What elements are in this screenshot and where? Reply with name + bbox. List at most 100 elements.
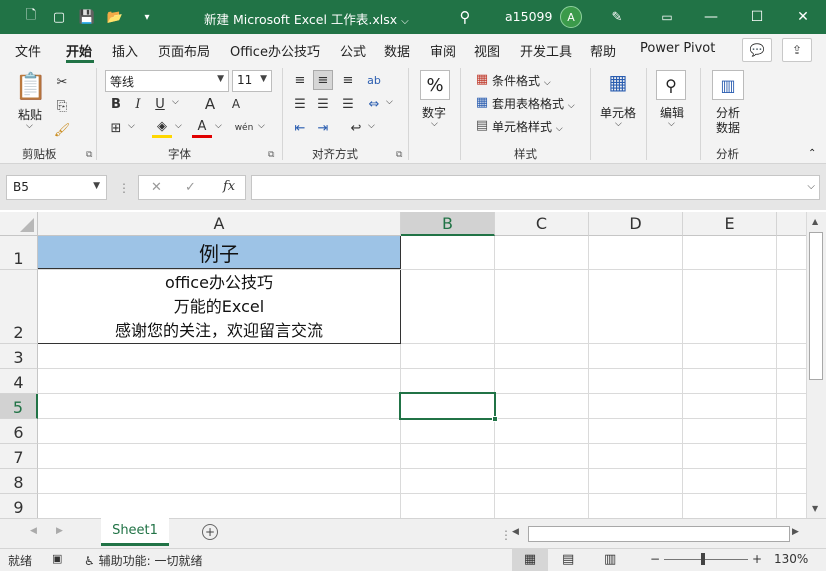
find-icon[interactable]: ⚲ [656, 70, 686, 100]
cells-dropdown-icon[interactable]: ⌵ [615, 119, 622, 129]
row-header-2[interactable]: 2 [0, 270, 38, 344]
share-icon[interactable]: ⇪ [782, 38, 812, 62]
search-icon[interactable]: ⚲ [456, 8, 474, 26]
enter-icon[interactable]: ✓ [185, 180, 196, 195]
zoom-level[interactable]: 130% [774, 552, 808, 566]
zoom-in-button[interactable]: + [752, 552, 762, 566]
macro-record-icon[interactable]: ▣ [52, 552, 62, 565]
underline-dropdown-icon[interactable]: ⌵ [172, 97, 179, 107]
bold-button[interactable]: B [106, 94, 126, 114]
tab-view[interactable]: 视图 [474, 41, 500, 60]
align-middle-icon[interactable]: ≡ [313, 70, 333, 90]
number-dropdown-icon[interactable]: ⌵ [431, 119, 438, 129]
format-painter-icon[interactable]: 🖌 [52, 120, 72, 140]
analyze-data-icon[interactable]: ▥ [712, 70, 744, 100]
next-sheet-icon[interactable]: ▶ [56, 526, 63, 536]
cell-a2[interactable]: office办公技巧 万能的Excel 感谢您的关注，欢迎留言交流 [38, 270, 401, 344]
tab-insert[interactable]: 插入 [112, 41, 138, 60]
align-right-icon[interactable]: ☰ [338, 94, 358, 114]
decrease-indent-icon[interactable]: ⇤ [290, 118, 310, 138]
wrap-text-icon[interactable]: ↩ [346, 118, 366, 138]
font-name-combo[interactable]: 等线 ▼ [105, 70, 229, 92]
borders-icon[interactable]: ⊞ [106, 118, 126, 138]
column-header-e[interactable]: E [683, 212, 777, 236]
font-size-combo[interactable]: 11 ▼ [232, 70, 272, 92]
comments-icon[interactable]: 💬 [742, 38, 772, 62]
customize-quick-access-icon[interactable]: ▾ [138, 8, 156, 26]
orientation-icon[interactable]: ab [364, 70, 384, 90]
row-header-8[interactable]: 8 [0, 469, 38, 494]
tab-page-layout[interactable]: 页面布局 [158, 41, 210, 60]
grow-font-button[interactable]: A [200, 94, 220, 114]
row-header-6[interactable]: 6 [0, 419, 38, 444]
font-color-button[interactable]: A [192, 118, 212, 138]
maximize-button[interactable]: ☐ [734, 0, 780, 34]
format-table-button[interactable]: 套用表格格式 ⌵ [492, 95, 575, 112]
scroll-up-icon[interactable]: ▲ [812, 217, 818, 226]
italic-button[interactable]: I [128, 94, 148, 114]
worksheet-grid[interactable]: A B C D E 1 2 3 4 5 6 7 8 9 例子 office办公技… [0, 212, 806, 518]
tab-home[interactable]: 开始 [66, 41, 92, 60]
page-break-view-button[interactable]: ▥ [604, 552, 616, 567]
close-button[interactable]: ✕ [780, 0, 826, 34]
save-icon[interactable]: 💾 [78, 8, 96, 26]
tab-formulas[interactable]: 公式 [340, 41, 366, 60]
merge-center-icon[interactable]: ⇔ [364, 94, 384, 114]
row-header-3[interactable]: 3 [0, 344, 38, 369]
select-all-button[interactable] [0, 212, 38, 236]
row-header-4[interactable]: 4 [0, 369, 38, 394]
wrap-dropdown-icon[interactable]: ⌵ [368, 121, 375, 131]
borders-dropdown-icon[interactable]: ⌵ [128, 121, 135, 131]
analyze-label-2[interactable]: 数据 [716, 119, 740, 136]
fill-handle[interactable] [492, 416, 498, 422]
font-color-dropdown-icon[interactable]: ⌵ [215, 121, 222, 131]
prev-sheet-icon[interactable]: ◀ [30, 526, 37, 536]
fill-dropdown-icon[interactable]: ⌵ [175, 121, 182, 131]
user-name[interactable]: a15099 [505, 9, 552, 24]
row-header-1[interactable]: 1 [0, 236, 38, 270]
zoom-slider-handle[interactable] [701, 553, 705, 565]
selected-cell-b5[interactable] [399, 392, 496, 420]
cancel-icon[interactable]: ✕ [151, 180, 162, 195]
zoom-slider-track[interactable] [664, 559, 748, 560]
align-left-icon[interactable]: ☰ [290, 94, 310, 114]
cells-icon[interactable]: ▦ [604, 70, 632, 98]
tab-review[interactable]: 审阅 [430, 41, 456, 60]
cell-styles-button[interactable]: 单元格样式 ⌵ [492, 118, 563, 135]
paste-icon[interactable]: 📋 [14, 72, 48, 102]
minimize-button[interactable]: — [688, 0, 734, 34]
merge-dropdown-icon[interactable]: ⌵ [386, 97, 393, 107]
ribbon-display-icon[interactable]: ▭ [658, 8, 676, 26]
underline-button[interactable]: U [150, 94, 170, 114]
copy-icon[interactable]: ⎘ [52, 96, 72, 116]
column-header-a[interactable]: A [38, 212, 401, 236]
sheet-tab-sheet1[interactable]: Sheet1 [101, 518, 169, 546]
phonetic-button[interactable]: wén [234, 118, 254, 138]
collapse-ribbon-icon[interactable]: ⌃ [808, 148, 816, 159]
conditional-format-icon[interactable]: ▦ [472, 69, 492, 89]
edit-dropdown-icon[interactable]: ⌵ [668, 119, 675, 129]
clipboard-launcher-icon[interactable]: ⧉ [86, 150, 92, 160]
new-icon[interactable]: ▢ [50, 8, 68, 26]
add-sheet-button[interactable]: + [202, 524, 218, 540]
format-table-icon[interactable]: ▦ [472, 92, 492, 112]
row-header-9[interactable]: 9 [0, 494, 38, 518]
tab-power-pivot[interactable]: Power Pivot [640, 41, 715, 56]
file-icon[interactable]: 🗋 [22, 8, 40, 26]
avatar[interactable]: A [560, 6, 582, 28]
page-layout-view-button[interactable]: ▤ [562, 552, 574, 567]
expand-formula-icon[interactable]: ⌵ [807, 181, 815, 192]
pen-icon[interactable]: ✎ [608, 8, 626, 26]
cell-styles-icon[interactable]: ▤ [472, 115, 492, 135]
row-header-5[interactable]: 5 [0, 394, 38, 419]
accessibility-status[interactable]: ♿ 辅助功能: 一切就绪 [84, 552, 202, 569]
column-header-c[interactable]: C [495, 212, 589, 236]
column-header-d[interactable]: D [589, 212, 683, 236]
paste-dropdown-icon[interactable]: ⌵ [26, 121, 33, 131]
name-box[interactable]: B5 ▼ [6, 175, 107, 200]
zoom-out-button[interactable]: − [650, 552, 660, 566]
column-header-b[interactable]: B [401, 212, 495, 236]
formula-input[interactable]: ⌵ [251, 175, 820, 200]
open-icon[interactable]: 📂 [106, 8, 124, 26]
window-title[interactable]: 新建 Microsoft Excel 工作表.xlsx ⌵ [204, 9, 409, 28]
